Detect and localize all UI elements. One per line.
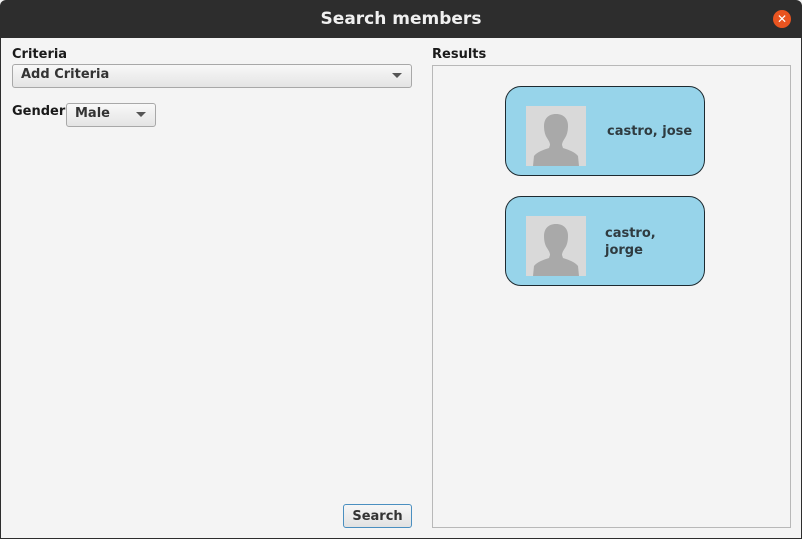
close-icon: ✕ bbox=[776, 12, 788, 26]
person-silhouette-icon bbox=[526, 106, 586, 166]
search-members-window: Search members ✕ Criteria Add Criteria G… bbox=[0, 0, 802, 539]
chevron-down-icon bbox=[392, 73, 402, 78]
add-criteria-dropdown[interactable]: Add Criteria bbox=[12, 64, 412, 88]
results-label: Results bbox=[432, 47, 487, 62]
person-silhouette-icon bbox=[526, 216, 586, 276]
member-card[interactable]: castro, jose bbox=[505, 86, 705, 176]
chevron-down-icon bbox=[136, 112, 146, 117]
dialog-content: Criteria Add Criteria Gender Male Search… bbox=[0, 38, 802, 539]
gender-dropdown-value: Male bbox=[75, 106, 110, 121]
close-button[interactable]: ✕ bbox=[773, 10, 791, 28]
search-button[interactable]: Search bbox=[343, 504, 412, 528]
criteria-label: Criteria bbox=[12, 47, 68, 62]
add-criteria-dropdown-value: Add Criteria bbox=[21, 67, 110, 82]
title-bar[interactable]: Search members ✕ bbox=[0, 0, 802, 38]
member-name: castro, jorge bbox=[605, 226, 656, 258]
gender-label: Gender bbox=[12, 104, 66, 119]
window-title: Search members bbox=[320, 9, 482, 29]
member-card[interactable]: castro, jorge bbox=[505, 196, 705, 286]
results-pane[interactable]: castro, jose castro, jorge bbox=[432, 65, 791, 528]
gender-dropdown[interactable]: Male bbox=[66, 103, 156, 127]
member-name: castro, jose bbox=[607, 124, 693, 139]
